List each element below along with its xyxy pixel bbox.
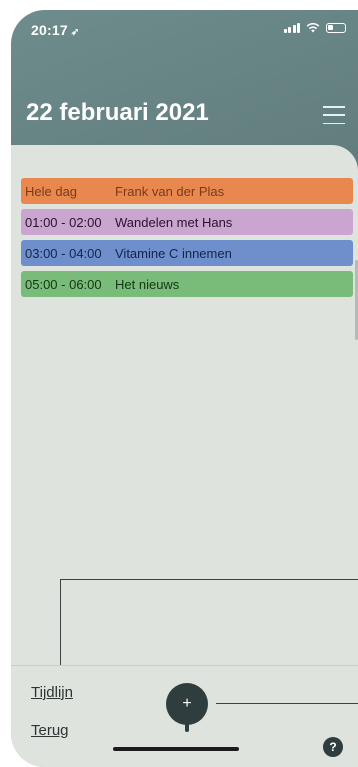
battery-icon [326, 22, 346, 33]
phone-screen: 20:17 ➶ 22 februari 2021 Hele dag Frank v… [11, 10, 358, 767]
event-time: 03:00 - 04:00 [25, 245, 102, 261]
event-name: Frank van der Plas [115, 183, 225, 199]
help-button[interactable]: ? [323, 737, 343, 757]
event-list: Hele dag Frank van der Plas 01:00 - 02:0… [21, 178, 353, 302]
help-icon: ? [329, 740, 337, 754]
timeline-connector-line [60, 579, 358, 581]
add-button[interactable]: + [166, 683, 208, 725]
add-connector-line [216, 703, 358, 705]
event-name: Het nieuws [115, 276, 180, 292]
status-icons [283, 22, 346, 33]
bottom-bar: Tijdlijn Terug + ? [11, 665, 358, 767]
event-item-all-day[interactable]: Hele dag Frank van der Plas [21, 178, 353, 204]
event-name: Vitamine C innemen [115, 245, 232, 261]
event-item[interactable]: 05:00 - 06:00 Het nieuws [21, 271, 353, 297]
status-bar: 20:17 ➶ [11, 10, 358, 50]
status-time-text: 20:17 [31, 22, 68, 38]
timeline-connector-line [60, 579, 62, 679]
status-time: 20:17 ➶ [31, 22, 79, 38]
page-title: 22 februari 2021 [26, 99, 209, 126]
event-item[interactable]: 01:00 - 02:00 Wandelen met Hans [21, 209, 353, 235]
wifi-icon [306, 23, 320, 33]
home-indicator [113, 747, 239, 751]
back-link[interactable]: Terug [31, 722, 69, 739]
event-time: 05:00 - 06:00 [25, 276, 102, 292]
hamburger-menu-icon[interactable] [323, 106, 345, 124]
event-name: Wandelen met Hans [115, 214, 233, 230]
timeline-link[interactable]: Tijdlijn [31, 684, 73, 701]
event-time: Hele dag [25, 183, 78, 199]
location-arrow-icon: ➶ [70, 27, 80, 38]
signal-icon [283, 22, 300, 33]
event-time: 01:00 - 02:00 [25, 214, 102, 230]
day-content: Hele dag Frank van der Plas 01:00 - 02:0… [11, 145, 358, 767]
plus-icon: + [182, 695, 192, 712]
event-item[interactable]: 03:00 - 04:00 Vitamine C innemen [21, 240, 353, 266]
